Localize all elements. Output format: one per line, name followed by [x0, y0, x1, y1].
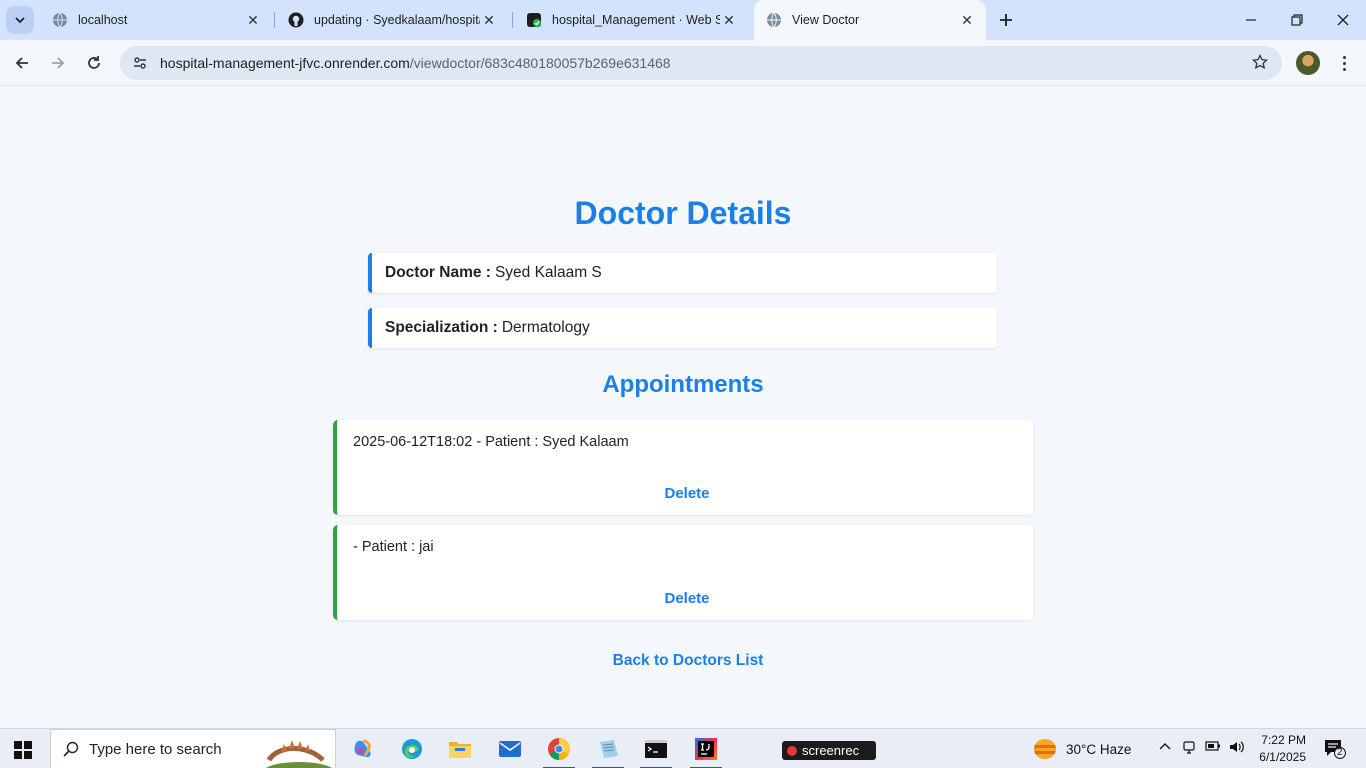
globe-icon [52, 12, 68, 28]
back-button[interactable] [8, 49, 36, 77]
url-path: /viewdoctor/683c480180057b269e631468 [409, 55, 671, 71]
forward-button[interactable] [44, 49, 72, 77]
github-icon [288, 12, 304, 28]
page-content: Doctor Details Doctor Name : Syed Kalaam… [0, 87, 1366, 728]
minimize-button[interactable] [1228, 0, 1274, 40]
close-window-button[interactable] [1320, 0, 1366, 40]
taskbar-clock[interactable]: 7:22 PM 6/1/2025 [1254, 732, 1306, 766]
clock-time: 7:22 PM [1261, 733, 1306, 747]
browser-menu-button[interactable] [1332, 49, 1356, 77]
browser-toolbar: hospital-management-jfvc.onrender.com/vi… [0, 40, 1366, 86]
close-tab-icon[interactable]: ✕ [480, 11, 498, 29]
tab-view-doctor[interactable]: View Doctor ✕ [754, 0, 986, 40]
battery-icon[interactable] [1205, 739, 1221, 756]
weather-text: 30°C Haze [1066, 741, 1132, 757]
doctor-name-label: Doctor Name : [385, 264, 491, 281]
terminal-icon[interactable] [636, 733, 676, 768]
arrow-right-icon [52, 57, 65, 69]
intellij-idea-icon[interactable] [686, 733, 726, 768]
specialization-card: Specialization : Dermatology [368, 308, 997, 348]
notification-count: 2 [1337, 747, 1343, 758]
tab-title: hospital_Management · Web Se [552, 13, 720, 27]
copilot-icon[interactable] [343, 733, 383, 765]
appointments-heading: Appointments [602, 371, 764, 398]
search-icon [63, 741, 79, 757]
tab-title: localhost [78, 13, 128, 27]
chevron-up-icon[interactable] [1158, 739, 1172, 756]
search-placeholder: Type here to search [89, 740, 222, 758]
tab-separator [274, 12, 275, 28]
tab-title: View Doctor [792, 13, 860, 27]
close-tab-icon[interactable]: ✕ [244, 11, 262, 29]
weather-widget[interactable]: 30°C Haze [1034, 739, 1131, 759]
close-tab-icon[interactable]: ✕ [958, 11, 976, 29]
doctor-name-card: Doctor Name : Syed Kalaam S [368, 253, 997, 293]
bookmark-star-icon[interactable] [1251, 53, 1269, 75]
chevron-down-icon [15, 17, 25, 24]
minimize-icon [1246, 19, 1256, 21]
reload-button[interactable] [80, 49, 108, 77]
page-title: Doctor Details [574, 195, 792, 231]
screenrec-label: screenrec [802, 743, 860, 758]
volume-icon[interactable] [1228, 739, 1246, 758]
specialization-value: Dermatology [501, 319, 590, 336]
haze-weather-icon [1034, 739, 1056, 759]
mail-icon[interactable] [490, 733, 530, 765]
tab-localhost[interactable]: localhost ✕ [40, 4, 272, 36]
doctor-name-value: Syed Kalaam S [494, 264, 602, 281]
site-info-icon[interactable] [124, 49, 156, 77]
appointment-text: - Patient : jai [353, 539, 434, 555]
tab-separator [512, 12, 513, 28]
close-tab-icon[interactable]: ✕ [720, 11, 738, 29]
specialization-label: Specialization : [385, 319, 498, 336]
globe-icon [766, 12, 782, 28]
reload-icon [88, 56, 100, 69]
appointment-card: - Patient : jai Delete [333, 525, 1033, 620]
new-tab-button[interactable] [994, 8, 1018, 32]
url-text: hospital-management-jfvc.onrender.com/vi… [160, 55, 671, 71]
address-bar[interactable]: hospital-management-jfvc.onrender.com/vi… [120, 46, 1282, 80]
file-explorer-icon[interactable] [440, 733, 480, 765]
delete-appointment-button[interactable]: Delete [337, 485, 1037, 502]
windows-start-icon[interactable] [14, 741, 32, 759]
restore-button[interactable] [1274, 0, 1320, 40]
edge-browser-icon[interactable] [392, 733, 432, 765]
url-host: hospital-management-jfvc.onrender.com [160, 55, 410, 71]
notification-center-icon[interactable]: 2 [1324, 739, 1346, 759]
taskbar-search-box[interactable]: Type here to search [50, 729, 336, 768]
windows-taskbar: Type here to search screenrec 30°C Haze [0, 728, 1366, 768]
plus-icon [1000, 14, 1012, 26]
close-icon [1337, 14, 1349, 26]
browser-tab-strip: localhost ✕ updating · Syedkalaam/hospit… [0, 0, 1366, 40]
delete-appointment-button[interactable]: Delete [337, 590, 1037, 607]
screenrec-indicator[interactable]: screenrec [782, 741, 876, 760]
render-logo-icon [526, 12, 542, 28]
notepad-icon[interactable] [588, 733, 628, 768]
profile-avatar[interactable] [1296, 51, 1320, 75]
stegosaurus-illustration-icon [266, 740, 332, 768]
meet-now-icon[interactable] [1182, 739, 1196, 758]
tab-title: updating · Syedkalaam/hospital [314, 13, 480, 27]
tab-search-button[interactable] [6, 6, 34, 34]
appointment-text: 2025-06-12T18:02 - Patient : Syed Kalaam [353, 434, 629, 450]
tab-github[interactable]: updating · Syedkalaam/hospital ✕ [276, 4, 508, 36]
arrow-left-icon [15, 57, 28, 69]
chrome-icon[interactable] [539, 733, 579, 768]
back-to-doctors-link[interactable]: Back to Doctors List [0, 652, 1366, 670]
tab-render-service[interactable]: hospital_Management · Web Se ✕ [514, 4, 748, 36]
clock-date: 6/1/2025 [1259, 750, 1306, 764]
restore-icon [1291, 14, 1303, 26]
appointment-card: 2025-06-12T18:02 - Patient : Syed Kalaam… [333, 420, 1033, 515]
record-dot-icon [787, 745, 797, 756]
